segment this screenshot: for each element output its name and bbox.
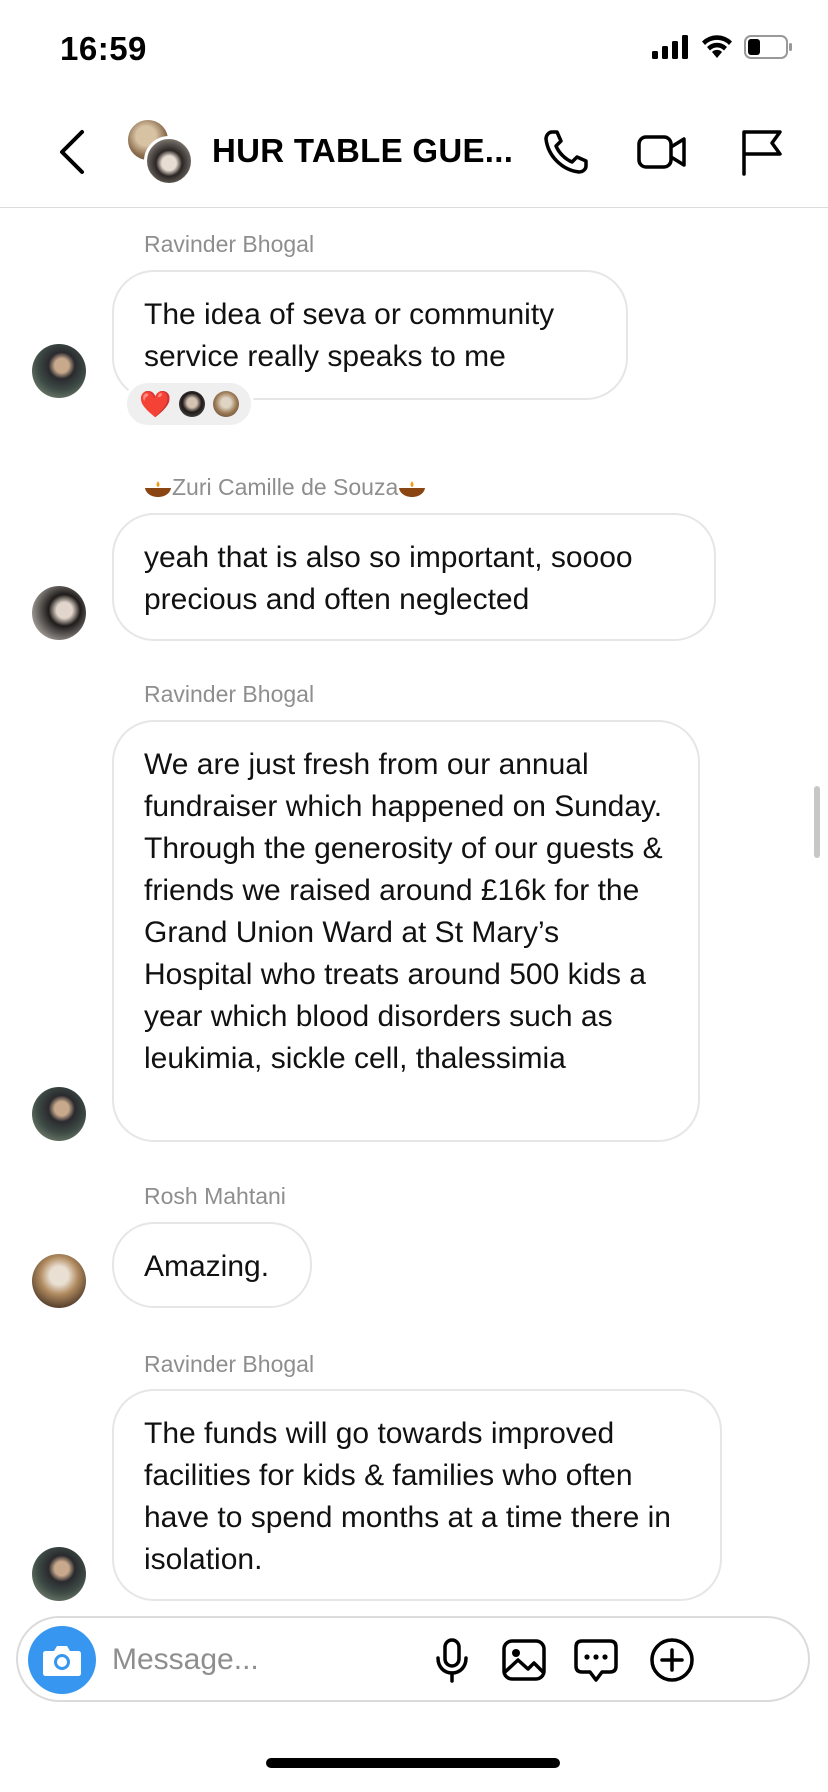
message-composer bbox=[16, 1616, 810, 1702]
message-sender: Rosh Mahtani bbox=[144, 1183, 286, 1209]
message-reactions[interactable]: ❤️ bbox=[124, 380, 254, 428]
chat-header: HUR TABLE GUE... bbox=[0, 96, 828, 208]
microphone-icon[interactable] bbox=[428, 1636, 476, 1684]
plus-icon[interactable] bbox=[648, 1636, 696, 1684]
message-sender: Ravinder Bhogal bbox=[144, 1351, 315, 1377]
camera-button[interactable] bbox=[28, 1626, 96, 1694]
message-sender: Ravinder Bhogal bbox=[144, 681, 315, 707]
avatar[interactable] bbox=[32, 344, 86, 398]
sticker-icon[interactable] bbox=[572, 1636, 620, 1684]
message-input[interactable] bbox=[112, 1636, 412, 1684]
message-bubble[interactable]: Amazing. bbox=[112, 1222, 312, 1308]
avatar[interactable] bbox=[32, 1547, 86, 1601]
battery-icon bbox=[744, 35, 792, 59]
heart-reaction-icon: ❤️ bbox=[139, 389, 172, 419]
gallery-icon[interactable] bbox=[500, 1636, 548, 1684]
scrollbar[interactable] bbox=[814, 786, 820, 858]
status-icons bbox=[652, 34, 794, 60]
wifi-icon bbox=[702, 35, 732, 58]
group-avatar-member-2 bbox=[144, 136, 194, 186]
avatar[interactable] bbox=[32, 586, 86, 640]
diya-lamp-icon bbox=[399, 480, 426, 497]
message-bubble[interactable]: The funds will go towards improved facil… bbox=[112, 1389, 722, 1601]
home-indicator bbox=[266, 1758, 560, 1768]
message-sender: Ravinder Bhogal bbox=[144, 231, 315, 257]
signal-icon bbox=[652, 35, 688, 59]
video-camera-icon[interactable] bbox=[636, 126, 688, 178]
diya-lamp-icon bbox=[145, 480, 171, 497]
camera-icon bbox=[43, 1646, 81, 1676]
message-sender: Zuri Camille de Souza bbox=[144, 474, 426, 501]
phone-icon[interactable] bbox=[540, 126, 592, 178]
flag-icon[interactable] bbox=[736, 126, 788, 178]
reactor-avatar bbox=[213, 391, 240, 417]
status-bar: 16:59 bbox=[0, 0, 828, 96]
back-icon[interactable] bbox=[52, 126, 92, 178]
message-bubble[interactable]: We are just fresh from our annual fundra… bbox=[112, 720, 700, 1142]
avatar[interactable] bbox=[32, 1254, 86, 1308]
reactor-avatar bbox=[179, 391, 206, 417]
sender-name: Zuri Camille de Souza bbox=[172, 474, 399, 500]
message-bubble[interactable]: yeah that is also so important, soooo pr… bbox=[112, 513, 716, 641]
avatar[interactable] bbox=[32, 1087, 86, 1141]
chat-title[interactable]: HUR TABLE GUE... bbox=[212, 132, 513, 170]
status-time: 16:59 bbox=[60, 30, 147, 67]
group-avatar[interactable] bbox=[126, 118, 194, 186]
